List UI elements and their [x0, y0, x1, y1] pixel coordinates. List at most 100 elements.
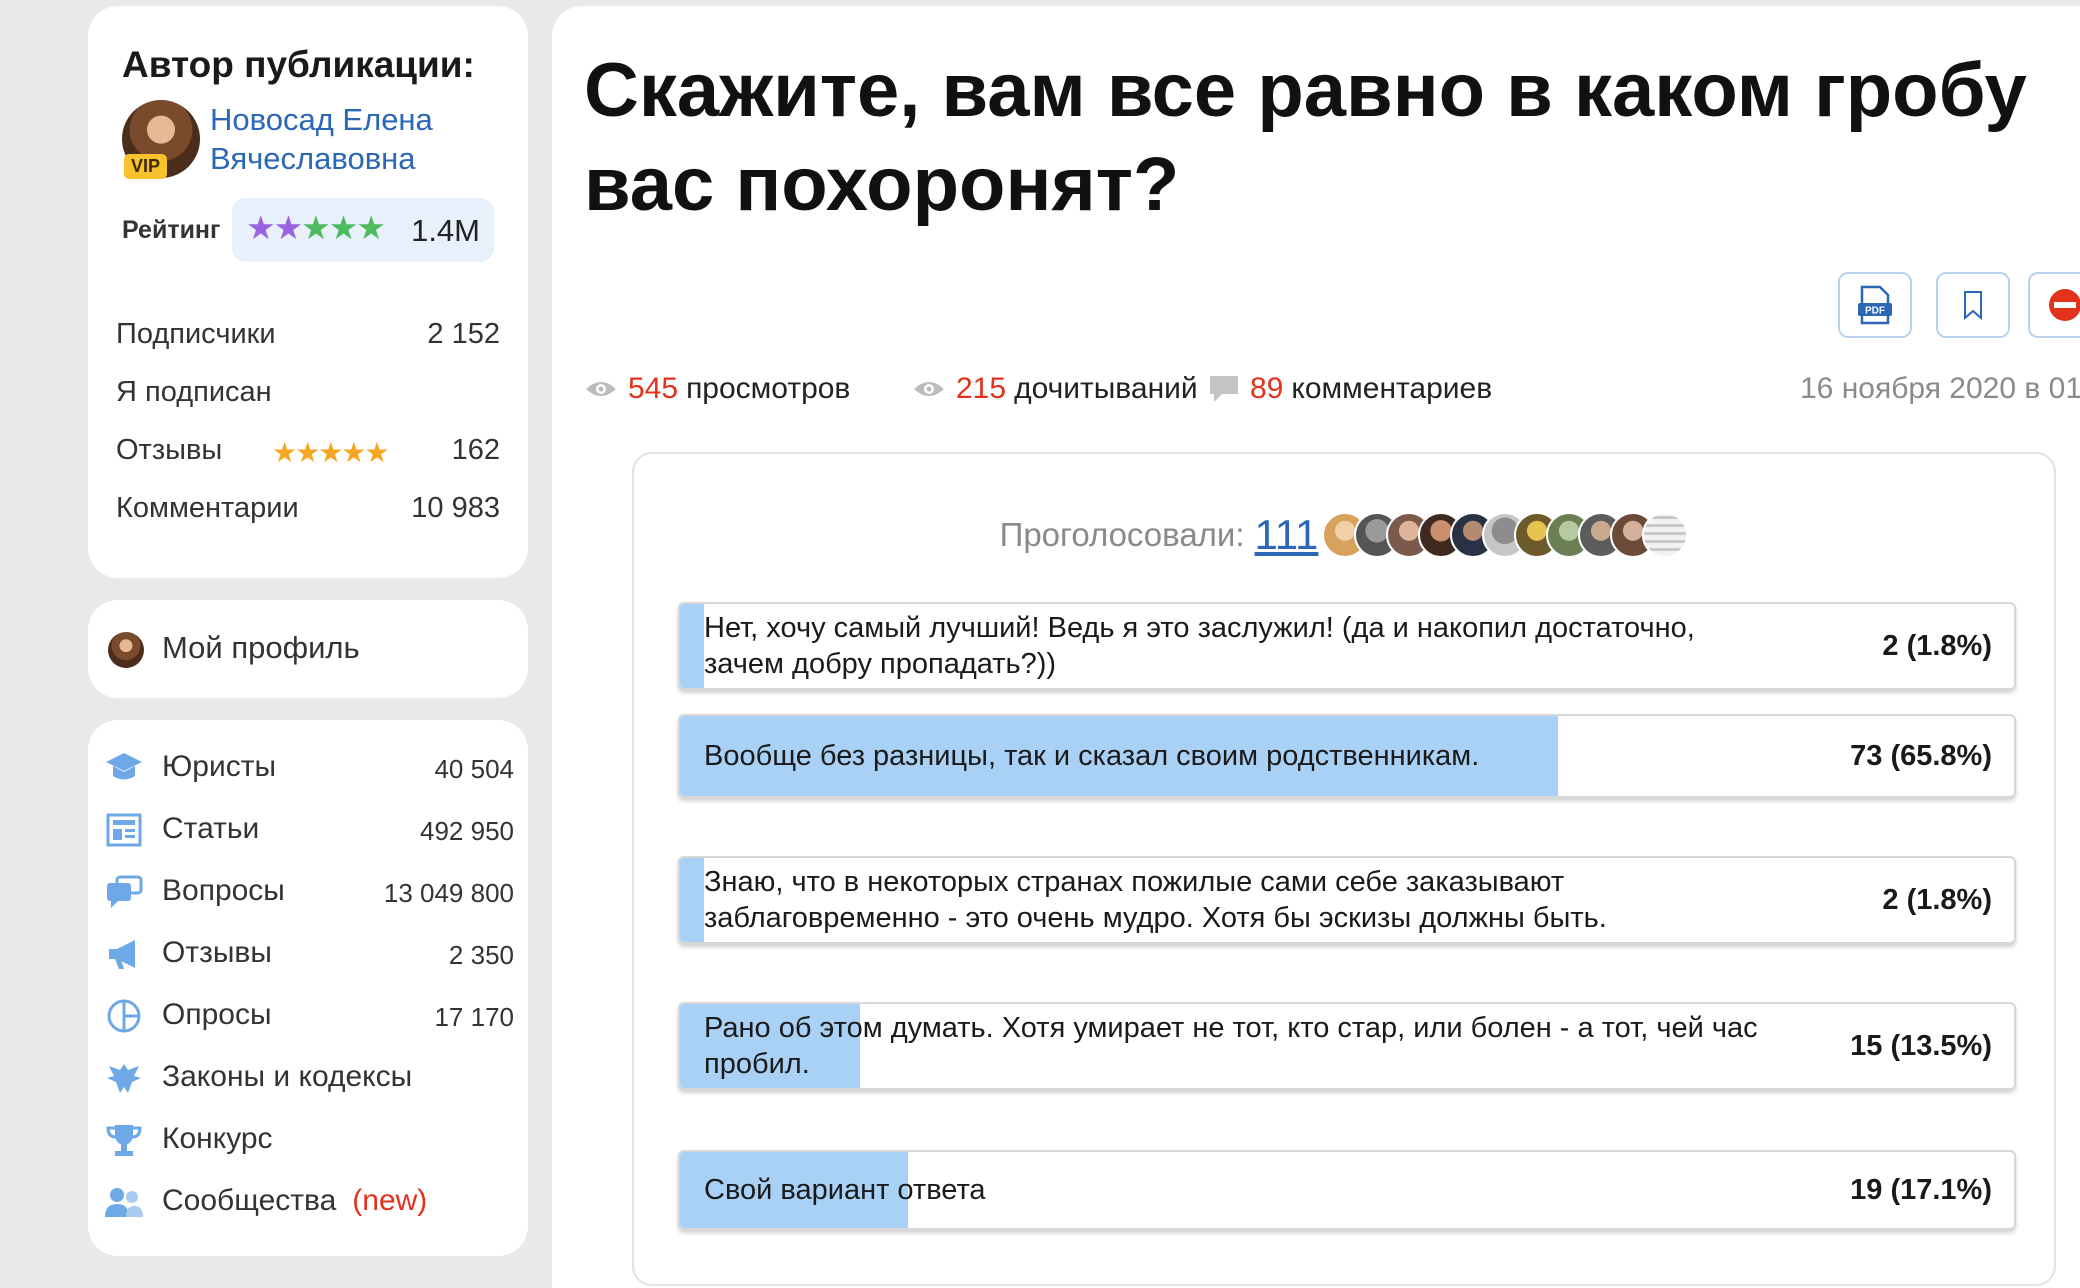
rating-label: Рейтинг	[122, 216, 221, 244]
nav-label: Юристы	[162, 750, 277, 783]
reads-count: 215	[956, 372, 1007, 405]
stat-value: 10 983	[411, 492, 500, 524]
article-panel: Скажите, вам все равно в каком гробу вас…	[552, 6, 2080, 1288]
nav-item-reviews[interactable]: Отзывы 2 350	[104, 928, 514, 978]
stat-value: 2 152	[427, 318, 500, 350]
nav-label: Статьи	[162, 812, 260, 845]
voted-label: Проголосовали:	[999, 516, 1245, 553]
voters-summary: Проголосовали: 111	[634, 508, 2054, 562]
block-icon	[2049, 289, 2080, 321]
voted-count-link[interactable]: 111	[1255, 511, 1319, 559]
comments-count: 89	[1250, 372, 1284, 405]
poll-option-text: Знаю, что в некоторых странах пожилые са…	[704, 866, 1607, 934]
pdf-button[interactable]: PDF	[1838, 272, 1912, 338]
comments-stat[interactable]: 89 комментариев	[1208, 372, 1492, 406]
views-count: 545	[628, 372, 679, 405]
author-card: Автор публикации: VIP Новосад Елена Вяче…	[88, 6, 528, 578]
poll-option[interactable]: Нет, хочу самый лучший! Ведь я это заслу…	[678, 602, 2016, 690]
views-label: просмотров	[686, 372, 851, 405]
stat-reviews[interactable]: Отзывы ★★★★★ 162	[116, 434, 500, 474]
pdf-icon: PDF	[1858, 285, 1892, 325]
megaphone-icon	[104, 936, 144, 972]
comments-label: комментариев	[1291, 372, 1493, 405]
nav-count: 17 170	[434, 1002, 514, 1032]
reads-stat: 215 дочитываний	[912, 372, 1198, 406]
poll-option[interactable]: Свой вариант ответа 19 (17.1%)	[678, 1150, 2016, 1230]
stat-label: Комментарии	[116, 492, 299, 524]
nav-label: Вопросы	[162, 874, 285, 907]
eagle-emblem-icon	[104, 1060, 144, 1096]
nav-label-text: Сообщества	[162, 1184, 337, 1217]
nav-item-laws[interactable]: Законы и кодексы	[104, 1052, 514, 1102]
page-title: Скажите, вам все равно в каком гробу вас…	[584, 48, 2027, 227]
poll-option-result: 15 (13.5%)	[1850, 1029, 1992, 1062]
review-stars-icon: ★★★★★	[272, 437, 390, 468]
stat-value: 162	[451, 434, 500, 466]
eye-icon	[586, 382, 616, 396]
stat-label: Я подписан	[116, 376, 272, 408]
nav-count: 2 350	[448, 940, 514, 970]
nav-label: Отзывы	[162, 936, 272, 969]
bookmark-button[interactable]	[1936, 272, 2010, 338]
poll-option-bar	[680, 604, 704, 688]
poll-option[interactable]: Знаю, что в некоторых странах пожилые са…	[678, 856, 2016, 944]
nav-count: 40 504	[434, 754, 514, 784]
graduation-cap-icon	[104, 750, 144, 786]
my-profile-link[interactable]: Мой профиль	[88, 600, 528, 698]
nav-label: Конкурс	[162, 1122, 273, 1155]
author-name-link[interactable]: Новосад Елена Вячеславовна	[210, 100, 510, 178]
pie-chart-icon	[104, 998, 144, 1034]
vip-badge: VIP	[124, 154, 168, 179]
rating-badge[interactable]: ★★★★★ 1.4M	[232, 198, 494, 262]
poll-option-result: 2 (1.8%)	[1882, 629, 1992, 662]
poll-option-result: 2 (1.8%)	[1882, 883, 1992, 916]
sidebar-nav: Юристы 40 504 Статьи 492 950 Вопросы 13 …	[88, 720, 528, 1256]
poll-option[interactable]: Рано об этом думать. Хотя умирает не тот…	[678, 1002, 2016, 1090]
bookmark-icon	[1964, 291, 1982, 320]
eye-icon	[914, 382, 944, 396]
nav-count: 13 049 800	[383, 878, 514, 908]
stat-comments[interactable]: Комментарии 10 983	[116, 492, 500, 532]
nav-item-questions[interactable]: Вопросы 13 049 800	[104, 866, 514, 916]
poll-option-text: Рано об этом думать. Хотя умирает не тот…	[704, 1012, 1758, 1080]
nav-label: Сообщества (new)	[162, 1184, 427, 1218]
poll-option-text: Свой вариант ответа	[704, 1174, 986, 1206]
author-heading: Автор публикации:	[122, 44, 475, 85]
block-button[interactable]	[2028, 272, 2080, 338]
poll-widget: Проголосовали: 111 Нет, хочу самый лучши…	[632, 452, 2056, 1286]
new-badge: (new)	[352, 1184, 428, 1217]
views-stat: 545 просмотров	[584, 372, 850, 406]
publish-date: 16 ноября 2020 в 01:2	[1800, 372, 2080, 405]
poll-option-text: Нет, хочу самый лучший! Ведь я это заслу…	[704, 612, 1695, 680]
voter-avatar[interactable]	[1642, 512, 1689, 558]
rating-value: 1.4M	[411, 213, 480, 248]
chat-bubbles-icon	[104, 874, 144, 910]
nav-item-contest[interactable]: Конкурс	[104, 1114, 514, 1164]
stat-subscribed[interactable]: Я подписан	[116, 376, 500, 416]
poll-option-result: 73 (65.8%)	[1850, 739, 1992, 772]
poll-option-bar	[680, 858, 704, 942]
nav-item-articles[interactable]: Статьи 492 950	[104, 804, 514, 854]
rating-stars-icon: ★★★★★	[246, 209, 386, 246]
stat-label: Отзывы	[116, 434, 223, 466]
newspaper-icon	[104, 812, 144, 848]
pdf-icon-text: PDF	[1865, 306, 1885, 317]
nav-label: Опросы	[162, 998, 272, 1031]
trophy-icon	[104, 1122, 144, 1158]
nav-count: 492 950	[420, 816, 514, 846]
poll-option-result: 19 (17.1%)	[1850, 1173, 1992, 1206]
nav-label: Законы и кодексы	[162, 1060, 413, 1093]
nav-item-lawyers[interactable]: Юристы 40 504	[104, 742, 514, 792]
comment-bubble-icon	[1210, 376, 1238, 402]
my-profile-label: Мой профиль	[162, 630, 360, 665]
poll-option-text: Вообще без разницы, так и сказал своим р…	[704, 740, 1480, 772]
people-icon	[104, 1184, 144, 1220]
nav-item-polls[interactable]: Опросы 17 170	[104, 990, 514, 1040]
profile-avatar	[108, 632, 144, 668]
stat-subscribers[interactable]: Подписчики 2 152	[116, 318, 500, 358]
article-meta: 545 просмотров 215 дочитываний 89 коммен…	[584, 372, 2080, 412]
nav-item-communities[interactable]: Сообщества (new)	[104, 1176, 514, 1226]
stat-label: Подписчики	[116, 318, 276, 350]
poll-option[interactable]: Вообще без разницы, так и сказал своим р…	[678, 714, 2016, 798]
reads-label: дочитываний	[1014, 372, 1198, 405]
